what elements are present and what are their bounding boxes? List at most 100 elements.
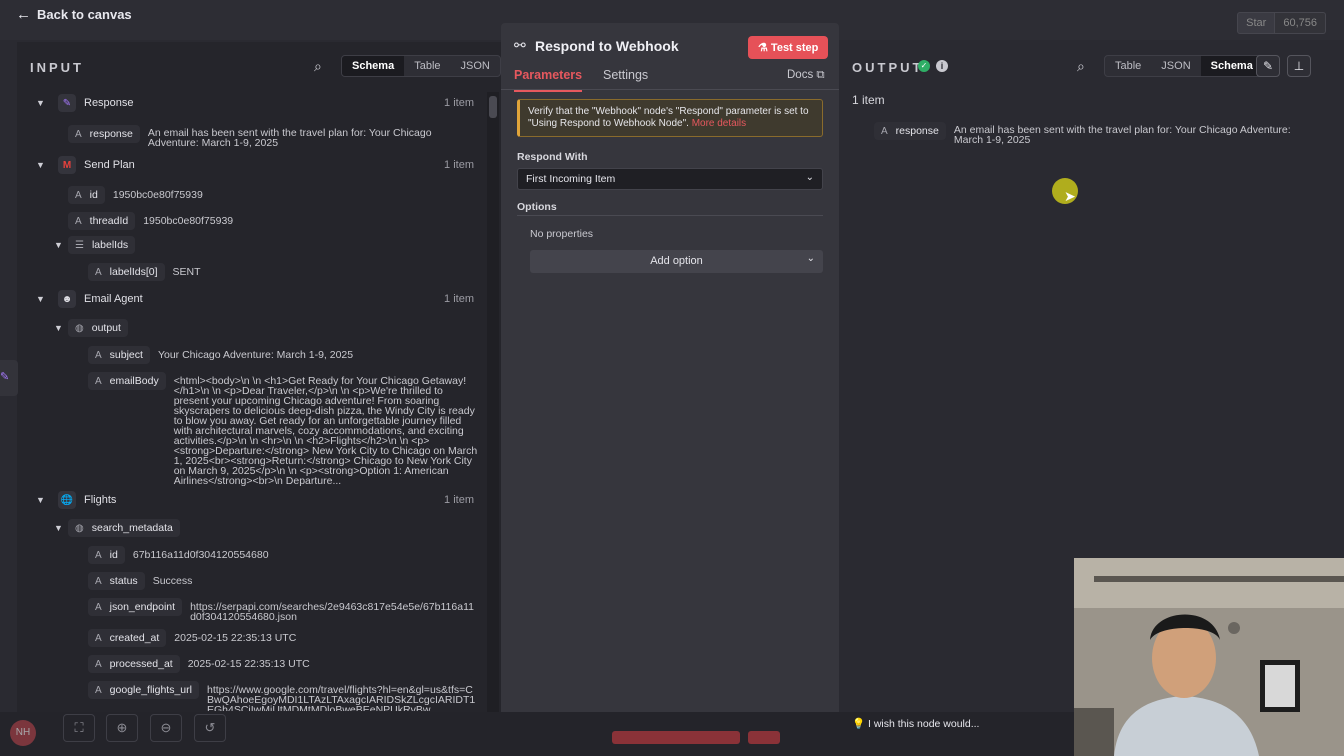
field-pill[interactable]: Aid <box>88 546 125 564</box>
field-pill[interactable]: Aresponse <box>68 125 140 143</box>
search-icon[interactable]: ⌕ <box>1077 58 1085 75</box>
options-label: Options <box>517 201 557 213</box>
field-pill[interactable]: ◍ search_metadata <box>68 519 180 537</box>
input-view-toggle: Schema Table JSON <box>341 55 501 77</box>
chevron-down-icon[interactable]: ▼ <box>36 495 50 505</box>
edit-tool-icon[interactable]: ✎ <box>0 360 18 396</box>
tree-node-output[interactable]: ▼ ◍ output <box>54 317 128 339</box>
field-pill[interactable]: Astatus <box>88 572 145 590</box>
edit-pencil-icon[interactable]: ✎ <box>1256 55 1280 77</box>
field-pill[interactable]: AlabelIds[0] <box>88 263 165 281</box>
external-link-icon: ⧉ <box>816 69 825 81</box>
tree-node-flights[interactable]: ▼ 🌐 Flights 1 item <box>36 489 486 511</box>
string-type-icon: A <box>95 575 102 587</box>
zoom-in-icon[interactable]: ⊕ <box>106 714 138 742</box>
pin-icon[interactable]: ⊥ <box>1287 55 1311 77</box>
info-icon[interactable]: i <box>936 60 948 72</box>
tab-table[interactable]: Table <box>1105 56 1151 76</box>
field-key: status <box>109 575 138 587</box>
field-pill[interactable]: AemailBody <box>88 372 166 390</box>
field-json-endpoint: Ajson_endpoint https://serpapi.com/searc… <box>88 598 478 622</box>
field-value: 1950bc0e80f75939 <box>112 189 203 201</box>
tree-node-send-plan[interactable]: ▼ M Send Plan 1 item <box>36 154 486 176</box>
input-scrollbar[interactable] <box>487 92 499 712</box>
github-star-count: 60,756 <box>1275 12 1326 34</box>
chevron-down-icon[interactable]: ▼ <box>36 160 50 170</box>
avatar[interactable]: NH <box>10 720 36 746</box>
chevron-down-icon[interactable]: ▼ <box>54 523 68 533</box>
tab-schema[interactable]: Schema <box>1200 56 1263 76</box>
field-pill[interactable]: Asubject <box>88 346 150 364</box>
string-type-icon: A <box>95 549 102 561</box>
field-value: https://www.google.com/travel/flights?hl… <box>206 684 476 711</box>
field-key: json_endpoint <box>109 601 176 613</box>
field-pill[interactable]: Aresponse <box>874 122 946 140</box>
chevron-down-icon[interactable]: ▼ <box>54 323 68 333</box>
field-key: labelIds <box>91 239 129 251</box>
object-icon: ◍ <box>75 522 84 534</box>
test-step-label: Test step <box>770 42 819 54</box>
tab-json[interactable]: JSON <box>1151 56 1200 76</box>
chevron-down-icon[interactable]: ▼ <box>54 240 68 250</box>
chevron-down-icon[interactable]: ▼ <box>36 98 50 108</box>
field-pill[interactable]: Agoogle_flights_url <box>88 681 199 699</box>
node-title[interactable]: Respond to Webhook <box>535 38 679 54</box>
tab-json[interactable]: JSON <box>451 56 500 76</box>
field-pill[interactable]: Aprocessed_at <box>88 655 180 673</box>
delete-button[interactable] <box>748 731 780 744</box>
output-view-toggle: Table JSON Schema <box>1104 55 1264 77</box>
back-to-canvas-button[interactable]: ← Back to canvas <box>16 6 132 23</box>
tab-schema[interactable]: Schema <box>342 56 405 76</box>
fit-view-icon[interactable]: ⛶ <box>63 714 95 742</box>
field-pill[interactable]: AthreadId <box>68 212 136 230</box>
webcam-overlay <box>1074 558 1344 756</box>
back-label: Back to canvas <box>37 7 132 22</box>
field-value: 67b116a11d0f304120554680 <box>132 549 269 561</box>
add-option-button[interactable]: Add option ⌄ <box>530 250 823 273</box>
field-key: response <box>895 125 939 137</box>
respond-with-select[interactable]: First Incoming Item ⌄ <box>517 168 823 190</box>
field-pill[interactable]: Acreated_at <box>88 629 167 647</box>
tab-table[interactable]: Table <box>404 56 450 76</box>
chevron-down-icon[interactable]: ▼ <box>36 294 50 304</box>
github-star-button[interactable]: Star <box>1237 12 1276 34</box>
field-response: Aresponse An email has been sent with th… <box>68 125 478 148</box>
tree-node-labelids[interactable]: ▼ ☰ labelIds <box>54 234 136 256</box>
lightbulb-icon: 💡 <box>852 718 868 730</box>
output-title: OUTPUT <box>852 60 924 75</box>
string-type-icon: A <box>95 658 102 670</box>
tree-node-email-agent[interactable]: ▼ ☻ Email Agent 1 item <box>36 288 486 310</box>
tree-node-search-metadata[interactable]: ▼ ◍ search_metadata <box>54 517 180 539</box>
string-type-icon: A <box>75 215 82 227</box>
string-type-icon: A <box>95 349 102 361</box>
field-value: An email has been sent with the travel p… <box>147 127 432 149</box>
field-value: <html><body>\n \n <h1>Get Ready for Your… <box>173 375 478 487</box>
field-status: Astatus Success <box>88 572 192 590</box>
field-pill[interactable]: Ajson_endpoint <box>88 598 183 616</box>
input-scrollbar-thumb[interactable] <box>489 96 497 118</box>
field-pill[interactable]: ◍ output <box>68 319 128 337</box>
docs-link[interactable]: Docs ⧉ <box>787 69 825 82</box>
feedback-prompt[interactable]: 💡 I wish this node would... <box>852 717 979 730</box>
field-pill[interactable]: ☰ labelIds <box>68 236 136 254</box>
tab-settings[interactable]: Settings <box>603 68 648 82</box>
github-star-widget[interactable]: Star 60,756 <box>1237 12 1326 34</box>
object-icon: ◍ <box>75 322 84 334</box>
tree-node-response[interactable]: ▼ ✎ Response 1 item <box>36 92 486 114</box>
field-flight-id: Aid 67b116a11d0f304120554680 <box>88 546 269 564</box>
more-details-link[interactable]: More details <box>692 118 746 129</box>
field-subject: Asubject Your Chicago Adventure: March 1… <box>88 346 353 364</box>
zoom-out-icon[interactable]: ⊖ <box>150 714 182 742</box>
field-pill[interactable]: Aid <box>68 186 105 204</box>
undo-icon[interactable]: ↺ <box>194 714 226 742</box>
test-step-button[interactable]: ⚗ Test step <box>748 36 829 59</box>
field-value: Success <box>152 575 193 587</box>
field-key: google_flights_url <box>109 684 192 696</box>
execute-workflow-button[interactable] <box>612 731 740 744</box>
webhook-icon: ⚯ <box>514 37 526 53</box>
mouse-cursor-icon: ➤ <box>1064 188 1076 204</box>
search-icon[interactable]: ⌕ <box>314 58 322 75</box>
field-value: SENT <box>172 266 201 278</box>
node-name: Email Agent <box>84 293 143 305</box>
field-value: An email has been sent with the travel p… <box>953 124 1291 146</box>
